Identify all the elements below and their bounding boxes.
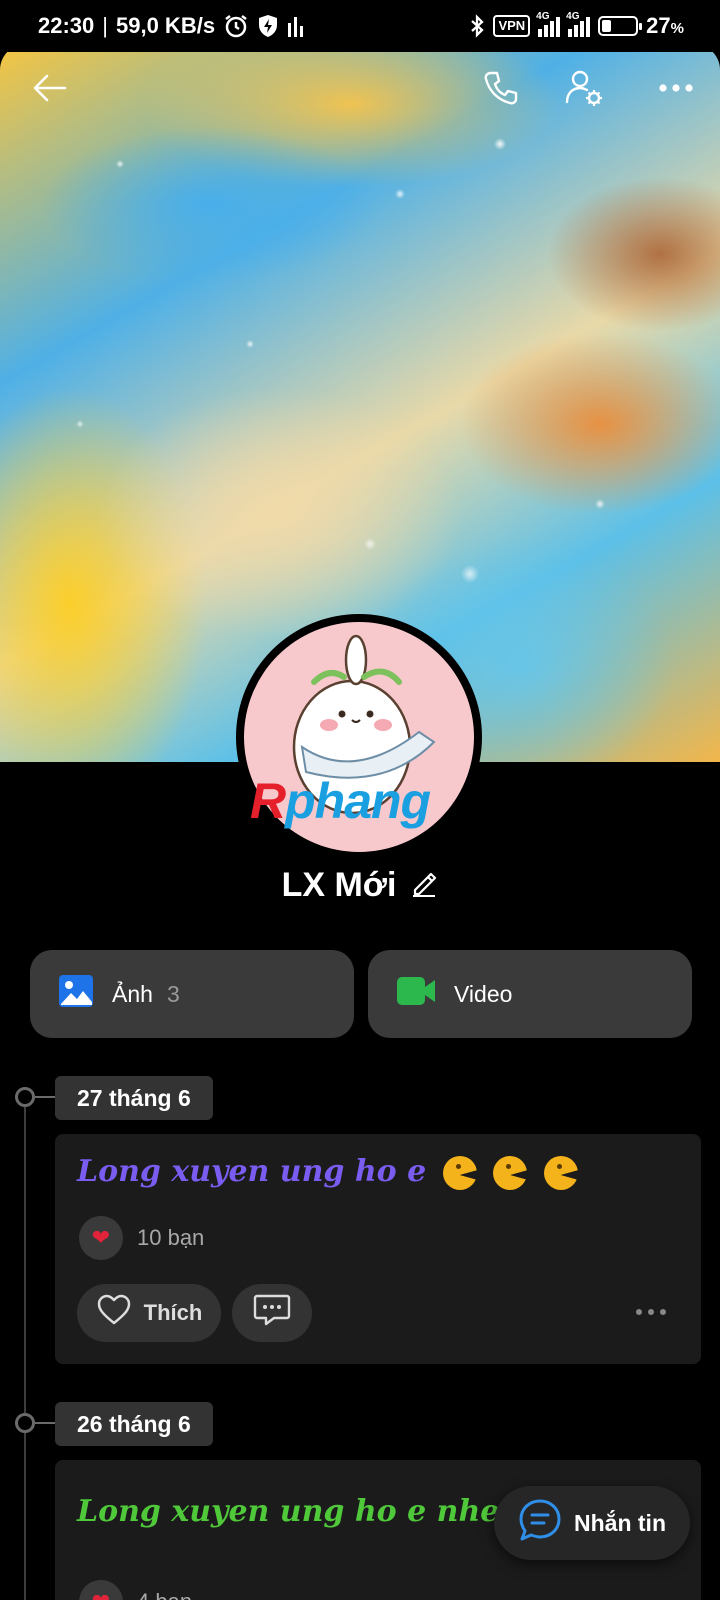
watermark-logo: Rphang bbox=[250, 773, 431, 829]
alarm-icon bbox=[223, 13, 249, 39]
comment-icon bbox=[253, 1293, 291, 1333]
photos-count: 3 bbox=[166, 980, 180, 1007]
profile-name: LX Mới bbox=[281, 866, 397, 904]
photos-label: Ảnh bbox=[112, 980, 153, 1007]
signal-icon: 4G bbox=[536, 11, 561, 37]
post-text-content: Long xuyen ung ho e bbox=[77, 1154, 427, 1189]
timeline-node bbox=[15, 1413, 55, 1433]
video-button[interactable]: Video bbox=[368, 950, 692, 1038]
photo-icon bbox=[58, 974, 94, 1014]
post-card[interactable]: Long xuyen ung ho e ❤ 10 bạn Thích bbox=[55, 1134, 701, 1364]
signal-icon-2: 4G bbox=[566, 11, 591, 37]
battery-percent: 27% bbox=[646, 13, 684, 38]
heart-reaction-icon: ❤ bbox=[79, 1580, 123, 1600]
pacman-emoji-icon bbox=[493, 1156, 528, 1190]
reaction-count: 10 bạn bbox=[137, 1225, 205, 1250]
pacman-emoji-icon bbox=[442, 1156, 477, 1190]
phone-icon[interactable] bbox=[473, 60, 529, 116]
bluetooth-icon bbox=[469, 14, 485, 38]
timeline-node bbox=[15, 1087, 55, 1107]
reaction-count: 4 bạn bbox=[137, 1589, 192, 1600]
top-bar bbox=[0, 60, 720, 116]
network-type-1: 4G bbox=[536, 11, 550, 22]
like-button[interactable]: Thích bbox=[77, 1284, 221, 1342]
like-label: Thích bbox=[143, 1300, 203, 1325]
network-type-2: 4G bbox=[566, 11, 580, 22]
status-right: VPN 4G 4G 27% bbox=[469, 11, 684, 39]
video-label: Video bbox=[454, 980, 513, 1007]
activity-icon bbox=[287, 15, 305, 37]
post-text-content: Long xuyen ung ho e nhe bbox=[77, 1494, 500, 1529]
pacman-emoji-icon bbox=[543, 1156, 578, 1190]
user-settings-icon[interactable] bbox=[556, 60, 612, 116]
chat-bubble-icon bbox=[518, 1498, 562, 1548]
battery-charging-icon bbox=[598, 16, 643, 36]
more-icon[interactable] bbox=[648, 60, 704, 116]
reaction-summary[interactable]: ❤ 4 bạn bbox=[79, 1580, 192, 1600]
post-more-icon[interactable] bbox=[635, 1296, 667, 1322]
send-message-label: Nhắn tin bbox=[574, 1509, 666, 1536]
heart-reaction-icon: ❤ bbox=[79, 1216, 123, 1260]
profile-name-row: LX Mới bbox=[0, 866, 720, 905]
video-camera-icon bbox=[396, 976, 436, 1012]
status-left: 22:30 | 59,0 KB/s bbox=[38, 13, 305, 39]
post-text: Long xuyen ung ho e bbox=[77, 1154, 578, 1190]
status-speed: 59,0 KB/s bbox=[116, 13, 216, 38]
edit-pencil-icon[interactable] bbox=[410, 869, 438, 902]
heart-outline-icon bbox=[96, 1294, 132, 1332]
status-bar: 22:30 | 59,0 KB/s VPN 4G 4G 27% bbox=[0, 0, 720, 52]
comment-button[interactable] bbox=[232, 1284, 312, 1342]
reaction-summary[interactable]: ❤ 10 bạn bbox=[79, 1216, 204, 1260]
photos-button[interactable]: Ảnh 3 bbox=[30, 950, 354, 1038]
send-message-button[interactable]: Nhắn tin bbox=[494, 1486, 690, 1560]
date-chip: 27 tháng 6 bbox=[55, 1076, 213, 1120]
status-time: 22:30 bbox=[38, 13, 95, 38]
status-separator: | bbox=[102, 13, 108, 38]
vpn-icon: VPN bbox=[493, 15, 531, 37]
shield-bolt-icon bbox=[257, 14, 279, 38]
date-chip: 26 tháng 6 bbox=[55, 1402, 213, 1446]
back-arrow-icon[interactable] bbox=[22, 60, 78, 116]
timeline-line bbox=[24, 1097, 26, 1600]
